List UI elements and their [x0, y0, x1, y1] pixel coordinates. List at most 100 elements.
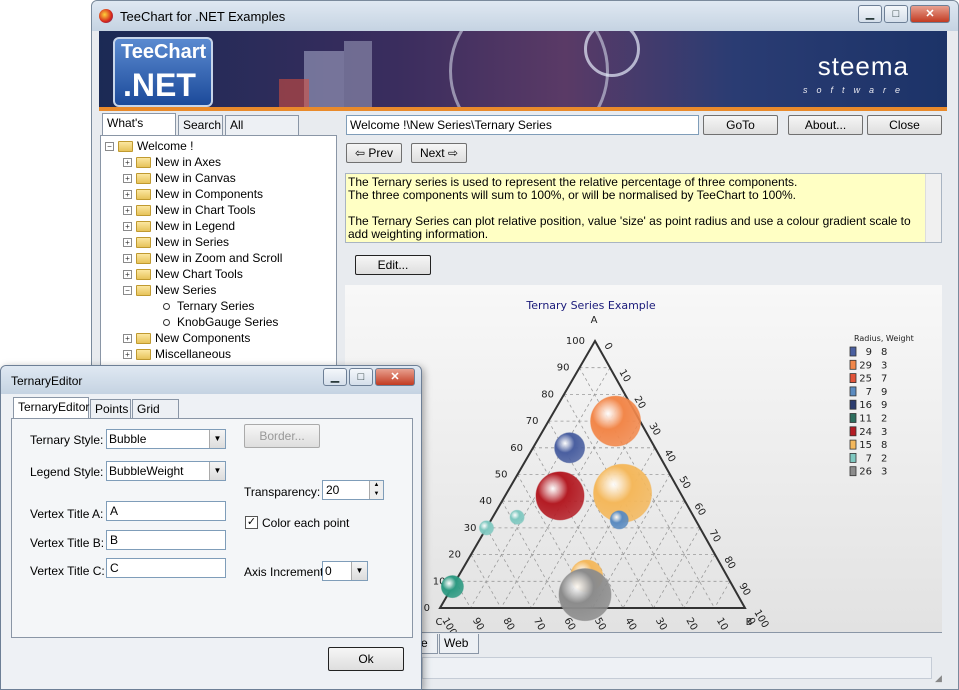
minimize-button[interactable]: ▁ — [858, 5, 882, 23]
grid-line — [714, 581, 731, 609]
legend-weight: 3 — [881, 427, 887, 438]
folder-icon — [136, 333, 151, 344]
chevron-down-icon[interactable]: ▼ — [209, 430, 225, 448]
editor-title: TernaryEditor — [11, 374, 83, 388]
tree-item[interactable]: Miscellaneous — [155, 346, 231, 362]
tree-item[interactable]: Ternary Series — [177, 298, 254, 314]
tick-label-b: 0 — [601, 341, 614, 352]
checkmark-icon: ✓ — [246, 516, 257, 528]
vertex-a-label: Vertex Title A: — [30, 507, 104, 521]
spinner-arrows-icon[interactable]: ▲ ▼ — [369, 481, 383, 499]
legend-style-label: Legend Style: — [30, 465, 104, 479]
minimize-icon: ▁ — [865, 8, 875, 20]
transparency-value: 20 — [326, 483, 340, 497]
tick-label-c: 30 — [653, 616, 669, 632]
tree-item[interactable]: New in Components — [155, 186, 263, 202]
legend-weight: 8 — [881, 440, 887, 451]
bubble-point — [554, 432, 586, 464]
expand-icon[interactable]: + — [123, 206, 132, 215]
minimize-icon: ▁ — [330, 371, 340, 383]
tree-item[interactable]: KnobGauge Series — [177, 314, 278, 330]
folder-icon — [136, 157, 151, 168]
tree-item[interactable]: New in Canvas — [155, 170, 236, 186]
chevron-down-icon[interactable]: ▼ — [209, 462, 225, 480]
legend-swatch — [849, 426, 857, 437]
tab-all-features[interactable]: All Features — [225, 115, 299, 150]
edit-button[interactable]: Edit... — [355, 255, 431, 275]
legend-style-combo[interactable]: BubbleWeight ▼ — [106, 461, 226, 481]
border-button[interactable]: Border... — [244, 424, 320, 448]
vertex-a-input[interactable]: A — [106, 501, 226, 521]
expand-icon[interactable]: + — [123, 174, 132, 183]
collapse-icon[interactable]: − — [105, 142, 114, 151]
expand-icon[interactable]: + — [123, 190, 132, 199]
expand-icon[interactable]: + — [123, 334, 132, 343]
maximize-button[interactable]: □ — [884, 5, 908, 23]
tree-item[interactable]: New Chart Tools — [155, 266, 243, 282]
next-button[interactable]: Next ⇨ — [411, 143, 467, 163]
description-box[interactable]: The Ternary series is used to represent … — [345, 173, 942, 243]
bubble-point — [609, 510, 629, 530]
window-title: TeeChart for .NET Examples — [120, 9, 286, 24]
folder-open-icon — [136, 285, 151, 296]
legend-radius: 7 — [866, 387, 872, 398]
tree-item[interactable]: New in Zoom and Scroll — [155, 250, 282, 266]
editor-tab-points[interactable]: Points — [90, 399, 131, 419]
expand-icon[interactable]: + — [123, 222, 132, 231]
close-button[interactable]: Close — [867, 115, 942, 135]
goto-button[interactable]: GoTo — [703, 115, 778, 135]
axis-increment-value: 0 — [325, 564, 332, 578]
tree-item[interactable]: New in Axes — [155, 154, 221, 170]
tree-item[interactable]: New in Legend — [155, 218, 235, 234]
editor-tab-grid3d[interactable]: Grid 3D — [132, 399, 179, 434]
description-line: The Ternary Series can plot relative pos… — [348, 214, 911, 241]
tree-item[interactable]: New Series — [155, 282, 216, 298]
expand-icon[interactable]: + — [123, 238, 132, 247]
tree-item[interactable]: Welcome ! — [137, 138, 193, 154]
editor-titlebar[interactable]: TernaryEditor ▁ □ ✕ — [1, 366, 421, 394]
folder-icon — [136, 221, 151, 232]
editor-minimize-button[interactable]: ▁ — [323, 368, 347, 386]
axis-increment-combo[interactable]: 0 ▼ — [322, 561, 368, 581]
path-field[interactable]: Welcome !\New Series\Ternary Series — [346, 115, 699, 135]
legend-weight: 2 — [881, 414, 887, 425]
tree-item[interactable]: New in Series — [155, 234, 229, 250]
prev-button[interactable]: ⇦ Prev — [346, 143, 402, 163]
resize-grip-icon[interactable]: ◢ — [935, 673, 947, 685]
transparency-label: Transparency: — [244, 485, 321, 499]
tab-whats-new[interactable]: What's New? — [102, 113, 176, 148]
ternary-style-combo[interactable]: Bubble ▼ — [106, 429, 226, 449]
feature-tree[interactable]: − Welcome ! + New in Axes + New in Canvas + New… — [100, 135, 337, 369]
tick-label-c: 90 — [470, 616, 486, 632]
expand-icon[interactable]: + — [123, 270, 132, 279]
editor-maximize-button[interactable]: □ — [349, 368, 373, 386]
legend-swatch — [849, 466, 857, 477]
vertex-c-input[interactable]: C — [106, 558, 226, 578]
ternary-chart[interactable]: Ternary Series ExampleABC000101010202020… — [345, 285, 942, 638]
tab-web[interactable]: Web — [439, 634, 479, 654]
close-window-button[interactable]: ✕ — [910, 5, 950, 23]
collapse-icon[interactable]: − — [123, 286, 132, 295]
left-tabs: What's New? Search All Features — [102, 113, 332, 150]
tree-item[interactable]: New Components — [155, 330, 250, 346]
tab-search[interactable]: Search — [178, 115, 223, 135]
main-titlebar[interactable]: TeeChart for .NET Examples ▁ □ ✕ — [92, 1, 958, 31]
chevron-down-icon[interactable]: ▼ — [351, 562, 367, 580]
expand-icon[interactable]: + — [123, 158, 132, 167]
banner-accent — [99, 107, 947, 111]
about-button[interactable]: About... — [788, 115, 863, 135]
chart-area[interactable]: Ternary Series Example A B C 0 0 0 10 10 10 20 20 20… — [345, 285, 942, 638]
description-scrollbar[interactable] — [925, 174, 941, 242]
editor-tab-ternary[interactable]: TernaryEditor — [13, 397, 89, 419]
ternary-style-value: Bubble — [109, 432, 147, 446]
tick-label-a: 40 — [479, 496, 492, 507]
expand-icon[interactable]: + — [123, 254, 132, 263]
color-each-checkbox[interactable]: ✓ — [245, 516, 258, 529]
ok-button[interactable]: Ok — [328, 647, 404, 671]
vertex-b-input[interactable]: B — [106, 530, 226, 550]
expand-icon[interactable]: + — [123, 350, 132, 359]
tree-item[interactable]: New in Chart Tools — [155, 202, 256, 218]
editor-close-button[interactable]: ✕ — [375, 368, 415, 386]
transparency-spinner[interactable]: 20 ▲ ▼ — [322, 480, 384, 500]
legend-swatch — [849, 359, 857, 370]
